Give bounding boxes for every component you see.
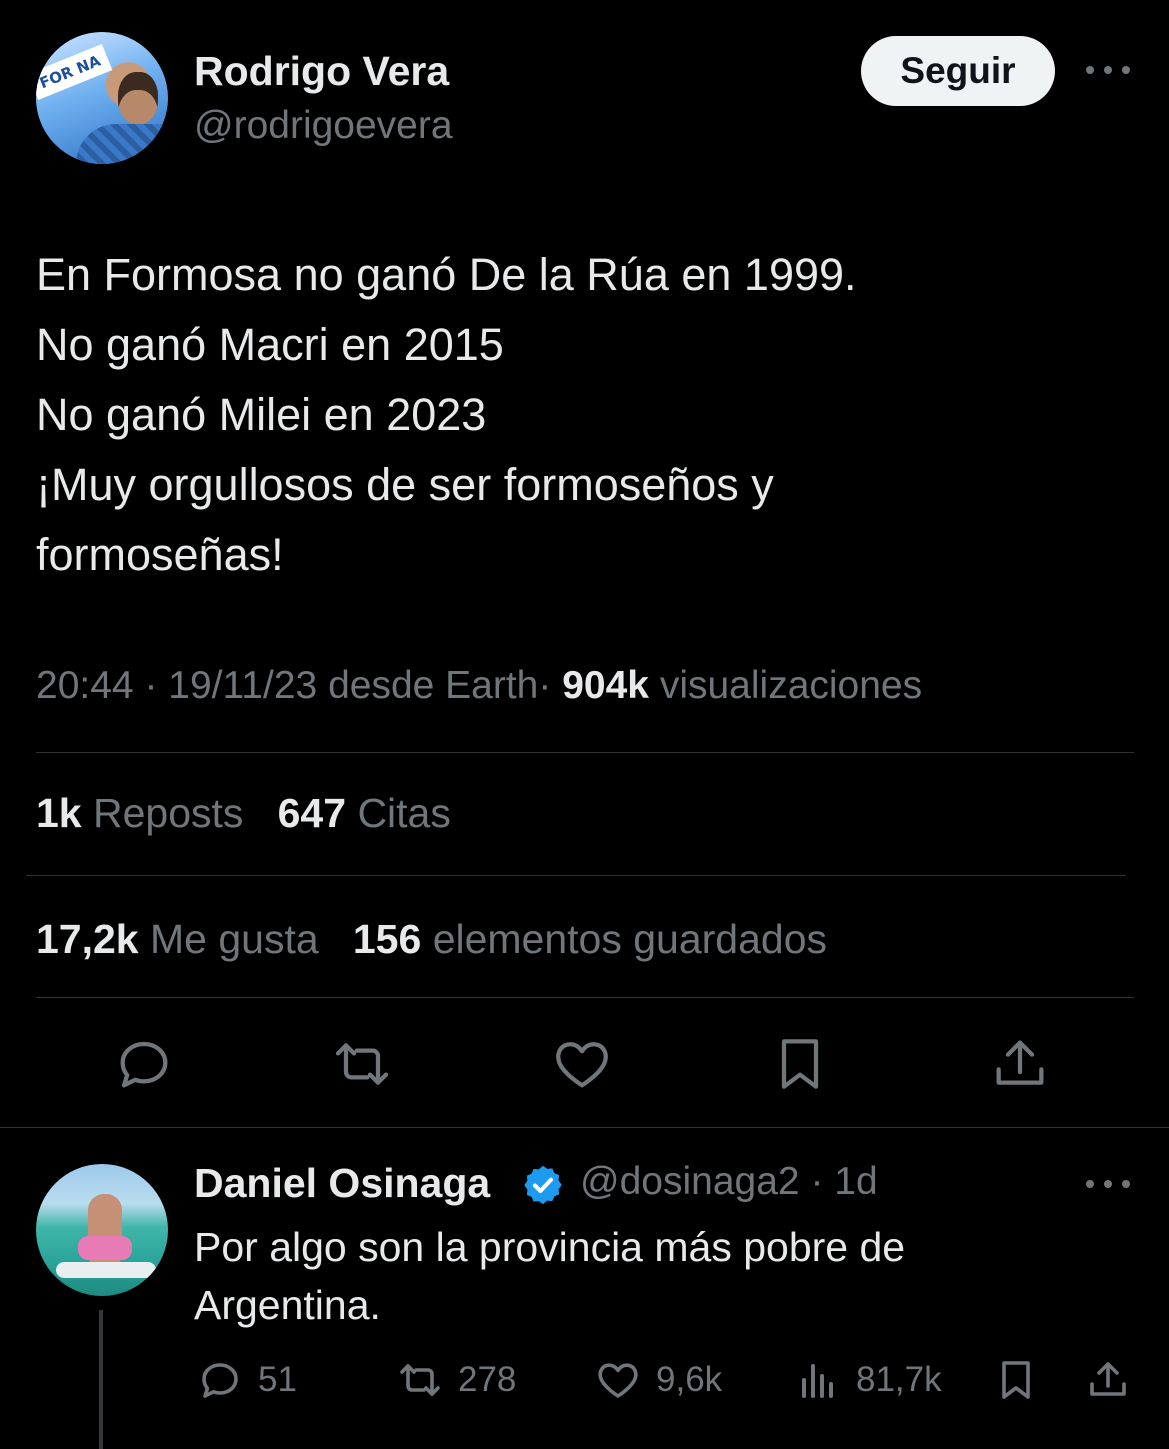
reposts-count: 1k <box>36 790 82 836</box>
reply-bookmark-button[interactable] <box>992 1356 1040 1404</box>
reply-reposts-count: 278 <box>458 1360 517 1399</box>
reply-likes-count: 9,6k <box>656 1360 723 1399</box>
quotes-label: Citas <box>357 790 451 836</box>
reposts-label: Reposts <box>93 790 244 836</box>
likes-label: Me gusta <box>150 916 319 962</box>
more-options-icon[interactable] <box>1086 58 1130 82</box>
bookmark-icon <box>1002 1361 1030 1399</box>
reply-views-count: 81,7k <box>856 1360 942 1399</box>
divider <box>0 1127 1169 1128</box>
reposts-stat[interactable]: 1k Reposts <box>36 790 243 836</box>
bookmark-icon[interactable] <box>768 1032 832 1096</box>
tweet-meta: 20:44 · 19/11/23 desde Earth· 904k visua… <box>36 664 922 708</box>
divider <box>26 875 1126 876</box>
author-avatar[interactable]: FOR NA <box>36 32 168 164</box>
divider <box>36 997 1134 998</box>
repost-stats: 1k Reposts 647 Citas <box>36 790 451 837</box>
author-handle[interactable]: @rodrigoevera <box>194 104 453 148</box>
reply-icon[interactable] <box>112 1032 176 1096</box>
tweet-line: No ganó Milei en 2023 <box>36 389 487 440</box>
repost-icon <box>400 1364 440 1396</box>
share-icon <box>1090 1362 1126 1396</box>
quotes-stat[interactable]: 647 Citas <box>278 790 451 836</box>
tweet-text: En Formosa no ganó De la Rúa en 1999. No… <box>36 240 1136 590</box>
share-icon[interactable] <box>988 1032 1052 1096</box>
like-stats: 17,2k Me gusta 156 elementos guardados <box>36 916 827 963</box>
reply-more-options-icon[interactable] <box>1086 1172 1130 1196</box>
views-icon <box>802 1364 833 1398</box>
like-icon <box>598 1363 638 1398</box>
bookmarks-count: 156 <box>352 916 422 962</box>
reply-replies-count: 51 <box>258 1360 297 1399</box>
tweet-source: desde Earth <box>328 664 539 707</box>
author-name[interactable]: Rodrigo Vera <box>194 48 449 95</box>
verified-badge-icon[interactable] <box>521 1163 565 1207</box>
thread-line <box>99 1310 103 1449</box>
likes-count: 17,2k <box>36 916 139 962</box>
separator: · <box>144 664 158 707</box>
repost-icon[interactable] <box>330 1032 394 1096</box>
follow-button[interactable]: Seguir <box>861 36 1055 106</box>
likes-stat[interactable]: 17,2k Me gusta <box>36 916 319 962</box>
reply-icon <box>202 1363 238 1398</box>
tweet-line: No ganó Macri en 2015 <box>36 319 504 370</box>
reply-age[interactable]: 1d <box>834 1160 877 1203</box>
separator: · <box>810 1160 824 1203</box>
tweet-line: En Formosa no ganó De la Rúa en 1999. <box>36 249 857 300</box>
separator: · <box>538 664 552 707</box>
reply-share-button[interactable] <box>1084 1356 1132 1404</box>
reply-author-handle[interactable]: @dosinaga2 <box>580 1160 800 1203</box>
divider <box>36 752 1134 753</box>
bookmarks-stat[interactable]: 156 elementos guardados <box>353 916 827 962</box>
reply-author-avatar[interactable] <box>36 1164 168 1296</box>
tweet-line: ¡Muy orgullosos de ser formoseños y <box>36 459 774 510</box>
reply-author-name[interactable]: Daniel Osinaga <box>194 1160 490 1207</box>
views-label: visualizaciones <box>659 664 923 707</box>
bookmarks-label: elementos guardados <box>432 916 828 962</box>
like-icon[interactable] <box>550 1032 614 1096</box>
tweet-date[interactable]: 19/11/23 <box>168 664 317 707</box>
quotes-count: 647 <box>277 790 347 836</box>
reply-text: Por algo son la provincia más pobre de A… <box>194 1224 906 1328</box>
tweet-time[interactable]: 20:44 <box>36 664 134 707</box>
reply-handle-line: @dosinaga2 · 1d <box>580 1160 878 1204</box>
avatar-banner-text: FOR NA <box>36 44 113 100</box>
tweet-line: formoseñas! <box>36 529 284 580</box>
views-count: 904k <box>562 664 649 707</box>
